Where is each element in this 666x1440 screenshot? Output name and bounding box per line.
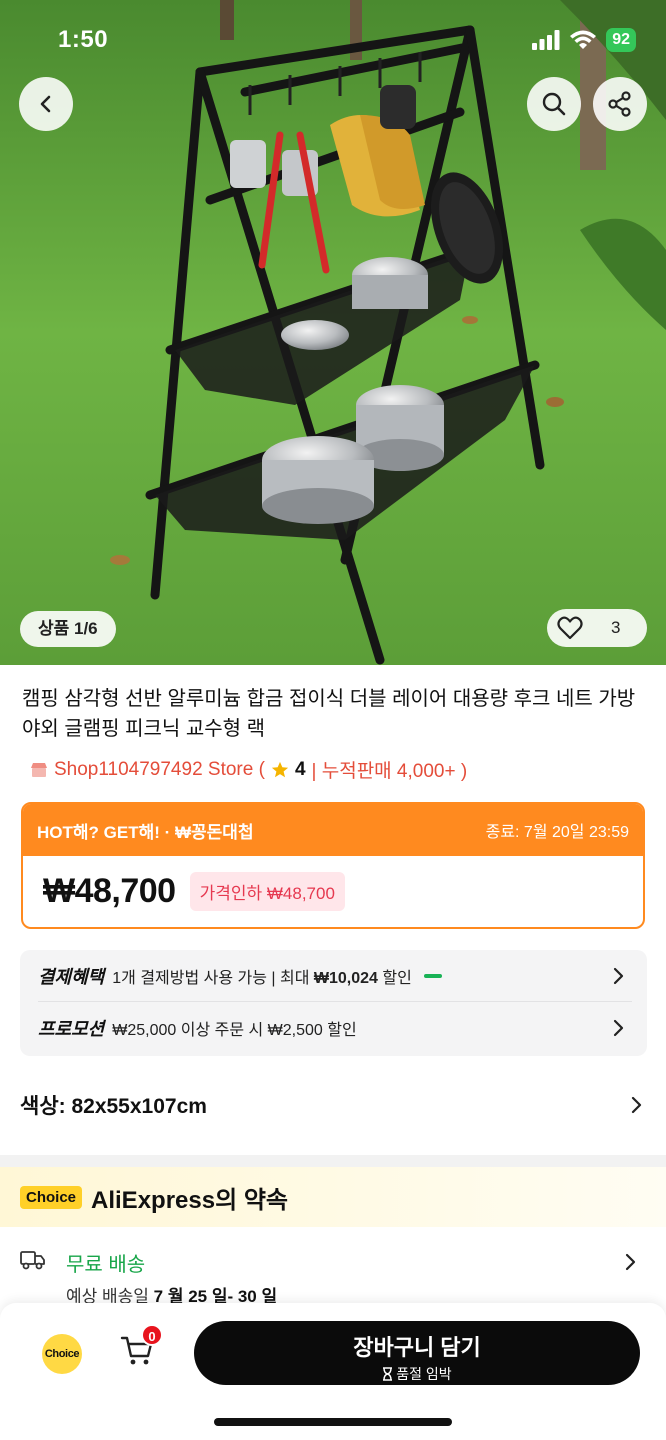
store-icon <box>31 762 47 777</box>
benefits-card: 결제혜택 1개 결제방법 사용 가능 | 최대 ₩10,024 할인 프로모션 … <box>20 950 647 1056</box>
status-time: 1:50 <box>58 26 109 53</box>
choice-button[interactable]: Choice <box>42 1334 82 1374</box>
payment-method-icon <box>423 973 442 978</box>
like-count: 3 <box>611 618 621 637</box>
search-button[interactable] <box>527 77 581 131</box>
choice-badge: Choice <box>20 1185 83 1209</box>
share-icon <box>608 91 631 117</box>
choice-promise-header: Choice AliExpress의 약속 <box>0 1167 666 1227</box>
store-rating: 4 <box>294 758 306 780</box>
stock-note: 품절 임박 <box>194 1364 640 1384</box>
add-to-cart-button[interactable]: 장바구니 담기 품절 임박 <box>194 1321 640 1385</box>
hourglass-icon <box>383 1367 393 1381</box>
cart-count-badge: 0 <box>141 1324 163 1346</box>
chevron-left-icon <box>40 95 51 113</box>
battery-indicator: 92 <box>606 28 636 52</box>
store-name: Shop1104797492 Store ( <box>54 758 265 780</box>
payment-benefit-row[interactable]: 결제혜택 1개 결제방법 사용 가능 | 최대 ₩10,024 할인 <box>38 950 632 1002</box>
back-button[interactable] <box>19 77 73 131</box>
sales-count: | 누적판매 4,000+ ) <box>311 761 468 782</box>
status-icons: 92 <box>532 28 636 52</box>
heart-icon <box>557 616 583 640</box>
chevron-right-icon <box>613 1019 624 1037</box>
chevron-right-icon <box>625 1253 636 1271</box>
star-icon <box>271 761 289 777</box>
choice-promise-title: AliExpress의 약속 <box>91 1186 288 1214</box>
discount-tag: 가격인하 ₩48,700 <box>189 872 345 911</box>
share-button[interactable] <box>593 77 647 131</box>
payment-benefit-text: 1개 결제방법 사용 가능 | 최대 ₩10,024 할인 <box>112 969 412 987</box>
status-bar: 1:50 92 <box>0 0 666 80</box>
truck-icon <box>20 1251 45 1270</box>
section-divider <box>0 1155 666 1167</box>
chevron-right-icon <box>613 967 624 985</box>
free-shipping-label: 무료 배송 <box>66 1254 146 1276</box>
product-image-gallery[interactable]: 1:50 92 상품 1/6 3 <box>0 0 666 665</box>
promo-end-time: 종료: 7월 20일 23:59 <box>485 824 629 841</box>
variant-label: 색상: 82x55x107cm <box>20 1095 207 1118</box>
promotion-text: ₩25,000 이상 주문 시 ₩2,500 할인 <box>112 1022 357 1039</box>
promotion-row[interactable]: 프로모션 ₩25,000 이상 주문 시 ₩2,500 할인 <box>38 1002 632 1054</box>
search-icon <box>542 92 566 116</box>
payment-benefit-label: 결제혜택 <box>38 966 105 987</box>
store-link[interactable]: Shop1104797492 Store ( 4 | 누적판매 4,000+ ) <box>30 756 467 783</box>
product-title: 캠핑 삼각형 선반 알루미늄 합금 접이식 더블 레이어 대용량 후크 네트 가… <box>22 688 636 740</box>
image-counter: 상품 1/6 <box>20 611 116 647</box>
variant-selector[interactable]: 색상: 82x55x107cm <box>20 1085 646 1125</box>
promo-event-name: HOT해? GET해! · ₩꽁돈대첩 <box>37 822 254 842</box>
promo-banner: HOT해? GET해! · ₩꽁돈대첩 종료: 7월 20일 23:59 <box>23 804 643 856</box>
wifi-icon <box>570 30 597 49</box>
wishlist-button[interactable]: 3 <box>547 609 647 647</box>
cellular-signal-icon <box>532 30 560 50</box>
chevron-right-icon <box>631 1096 642 1114</box>
home-indicator <box>214 1418 452 1426</box>
add-to-cart-label: 장바구니 담기 <box>353 1335 481 1360</box>
product-price: ₩48,700 <box>43 872 176 910</box>
promo-price-card: HOT해? GET해! · ₩꽁돈대첩 종료: 7월 20일 23:59 ₩48… <box>21 802 645 929</box>
shipping-row[interactable]: 무료 배송 예상 배송일 7 월 25 일- 30 일 <box>20 1244 646 1306</box>
promotion-label: 프로모션 <box>38 1019 105 1039</box>
